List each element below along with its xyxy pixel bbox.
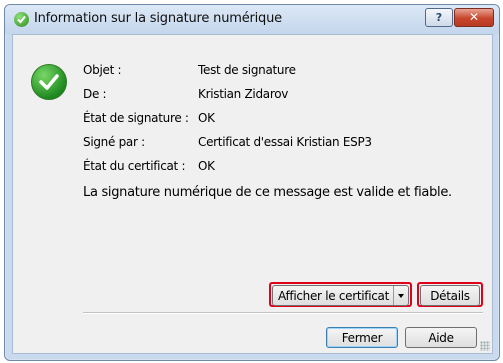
details-button[interactable]: Détails [420,285,480,306]
chevron-down-icon[interactable] [393,286,408,305]
signed-by-value: Certificat d'essai Kristian ESP3 [198,135,372,149]
window-title: Information sur la signature numérique [34,11,282,26]
title-bar[interactable]: Information sur la signature numérique ?… [5,5,499,34]
separator [83,312,483,314]
view-certificate-button[interactable]: Afficher le certificat [272,285,409,306]
from-label: De : [83,87,107,101]
certificate-state-value: OK [198,159,215,173]
dialog-body: Objet : Test de signature De : Kristian … [12,34,493,354]
signature-valid-icon [31,64,67,100]
dialog-window: Information sur la signature numérique ?… [4,4,500,361]
resize-grip[interactable] [480,341,490,351]
help-button[interactable]: Aide [405,327,477,348]
signature-state-label: État de signature : [83,111,189,125]
signature-state-value: OK [198,111,215,125]
subject-label: Objet : [83,63,122,77]
close-button[interactable]: Fermer [326,327,398,348]
signature-summary: La signature numérique de ce message est… [83,185,452,200]
view-certificate-label: Afficher le certificat [278,289,389,303]
signed-by-label: Signé par : [83,135,145,149]
close-title-button[interactable]: ✕ [454,8,494,27]
certificate-state-label: État du certificat : [83,159,186,173]
subject-value: Test de signature [198,63,296,77]
check-circle-icon [14,12,29,27]
help-title-button[interactable]: ? [425,8,453,27]
from-value: Kristian Zidarov [198,87,289,101]
